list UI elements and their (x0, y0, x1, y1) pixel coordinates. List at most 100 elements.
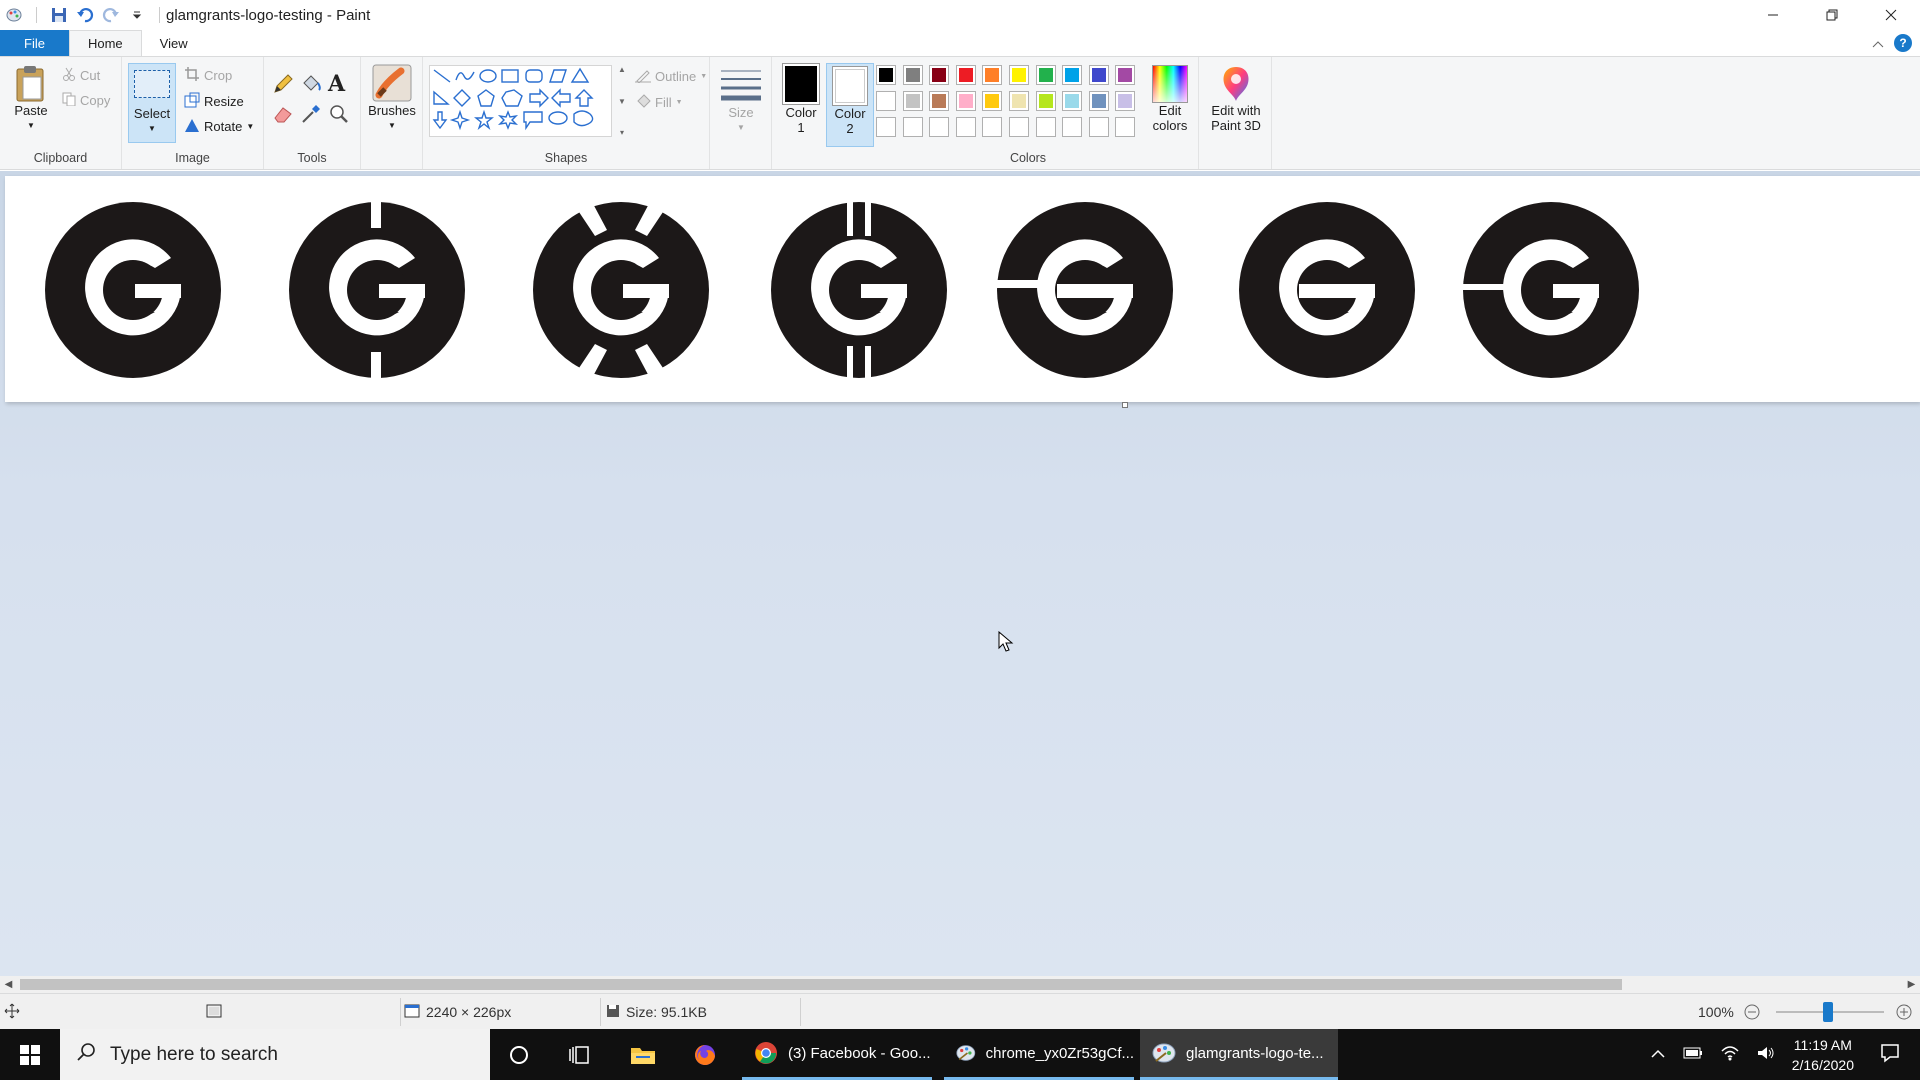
clock-time: 11:19 AM (1793, 1036, 1852, 1053)
battery-icon[interactable] (1683, 1047, 1703, 1062)
palette-swatch[interactable] (1062, 91, 1083, 111)
volume-icon[interactable] (1757, 1045, 1775, 1064)
scrollbar-thumb[interactable] (20, 979, 1622, 990)
help-icon[interactable]: ? (1894, 34, 1912, 52)
scroll-up-icon[interactable]: ▲ (618, 65, 626, 74)
drawing-canvas[interactable] (5, 176, 1920, 402)
palette-empty-swatch[interactable] (1115, 117, 1136, 137)
system-tray: 11:19 AM 2/16/2020 (1642, 1029, 1920, 1080)
action-center-icon[interactable] (1880, 1043, 1900, 1066)
color2-button[interactable]: Color 2 (826, 63, 874, 147)
palette-swatch[interactable] (1115, 65, 1136, 85)
undo-icon[interactable] (75, 5, 95, 25)
horizontal-scrollbar[interactable]: ◀ ▶ (0, 976, 1920, 993)
palette-empty-swatch[interactable] (929, 117, 950, 137)
tab-view[interactable]: View (142, 30, 206, 56)
palette-swatch[interactable] (1088, 65, 1109, 85)
fill-bucket-icon[interactable] (300, 73, 322, 98)
taskbar-clock[interactable]: 11:19 AM 2/16/2020 (1792, 1035, 1854, 1075)
fill-button[interactable]: Fill ▼ (635, 93, 683, 112)
rotate-button[interactable]: Rotate ▼ (184, 117, 254, 136)
scroll-down-icon[interactable]: ▼ (618, 97, 626, 106)
palette-swatch[interactable] (1088, 91, 1109, 111)
palette-empty-swatch[interactable] (1009, 117, 1029, 137)
palette-swatch[interactable] (1115, 91, 1136, 111)
select-button[interactable]: Select ▼ (128, 63, 176, 143)
scroll-left-icon[interactable]: ◀ (0, 976, 17, 993)
color1-button[interactable]: Color 1 (778, 63, 824, 135)
wifi-icon[interactable] (1721, 1045, 1739, 1064)
paste-button[interactable]: Paste ▼ (10, 65, 52, 133)
copy-button[interactable]: Copy (62, 92, 110, 109)
palette-empty-swatch[interactable] (1035, 117, 1056, 137)
line-width-icon (721, 70, 761, 101)
scroll-right-icon[interactable]: ▶ (1903, 976, 1920, 993)
palette-swatch[interactable] (982, 91, 1003, 111)
taskbar-app-paint-chrome[interactable]: chrome_yx0Zr53gCf... (944, 1029, 1134, 1080)
firefox-button[interactable] (676, 1029, 734, 1080)
palette-swatch[interactable] (1035, 65, 1056, 85)
shapes-gallery-scroll[interactable]: ▲ ▼ ▾ (615, 65, 629, 137)
palette-swatch[interactable] (955, 65, 976, 85)
crop-button[interactable]: Crop (184, 66, 232, 85)
tab-home[interactable]: Home (68, 30, 142, 56)
palette-empty-swatch[interactable] (902, 117, 923, 137)
palette-empty-swatch[interactable] (955, 117, 976, 137)
palette-swatch[interactable] (929, 91, 950, 111)
minimize-button[interactable] (1743, 0, 1802, 30)
palette-swatch[interactable] (1062, 65, 1083, 85)
image-group-label: Image (175, 151, 210, 165)
palette-swatch[interactable] (955, 91, 976, 111)
cut-button[interactable]: Cut (62, 67, 100, 84)
palette-swatch[interactable] (902, 91, 923, 111)
start-button[interactable] (0, 1029, 60, 1080)
brushes-button[interactable]: Brushes ▼ (367, 63, 417, 133)
palette-empty-swatch[interactable] (876, 117, 896, 137)
pencil-icon[interactable] (272, 73, 294, 98)
palette-swatch[interactable] (876, 91, 896, 111)
canvas-workspace[interactable] (0, 171, 1920, 976)
zoom-in-icon[interactable] (1896, 1004, 1912, 1023)
eraser-icon[interactable] (272, 103, 294, 128)
palette-swatch[interactable] (902, 65, 923, 85)
copy-label: Copy (80, 93, 111, 108)
show-hidden-icons-chevron-icon[interactable] (1651, 1047, 1665, 1062)
palette-empty-swatch[interactable] (1088, 117, 1109, 137)
outline-button[interactable]: Outline ▼ (635, 67, 707, 86)
taskbar-search-box[interactable]: Type here to search (60, 1029, 490, 1080)
redo-icon[interactable] (101, 5, 121, 25)
edit-with-paint3d-button[interactable]: Edit with Paint 3D (1203, 65, 1269, 133)
color-picker-icon[interactable] (300, 103, 322, 128)
text-tool-icon[interactable]: A (328, 71, 345, 97)
paint3d-group: Edit with Paint 3D (1198, 57, 1272, 169)
taskbar-app-chrome-facebook[interactable]: (3) Facebook - Goo... (742, 1029, 932, 1080)
palette-swatch[interactable] (929, 65, 950, 85)
customize-toolbar-chevron-icon[interactable] (127, 5, 147, 25)
palette-swatch[interactable] (1035, 91, 1056, 111)
palette-swatch[interactable] (1009, 91, 1029, 111)
palette-empty-swatch[interactable] (982, 117, 1003, 137)
restore-button[interactable] (1802, 0, 1861, 30)
expand-gallery-icon[interactable]: ▾ (620, 128, 624, 137)
task-view-button[interactable] (550, 1029, 608, 1080)
shapes-gallery[interactable] (429, 65, 612, 137)
canvas-resize-handle[interactable] (1122, 402, 1128, 408)
edit-colors-label: Edit (1158, 103, 1182, 118)
zoom-slider-thumb[interactable] (1823, 1002, 1833, 1022)
magnifier-icon[interactable] (328, 103, 350, 128)
close-button[interactable] (1861, 0, 1920, 30)
taskbar-app-paint-glamgrants[interactable]: glamgrants-logo-te... (1140, 1029, 1338, 1080)
collapse-ribbon-icon[interactable] (1872, 36, 1884, 51)
resize-button[interactable]: Resize (184, 92, 244, 111)
edit-colors-button[interactable]: Edit colors (1148, 65, 1192, 133)
palette-swatch[interactable] (1009, 65, 1029, 85)
palette-empty-swatch[interactable] (1062, 117, 1083, 137)
size-button[interactable]: Size ▼ (716, 65, 766, 135)
zoom-out-icon[interactable] (1744, 1004, 1760, 1023)
cortana-button[interactable] (490, 1029, 548, 1080)
file-explorer-button[interactable] (614, 1029, 672, 1080)
palette-swatch[interactable] (876, 65, 896, 85)
save-icon[interactable] (49, 5, 69, 25)
tab-file[interactable]: File (0, 30, 69, 56)
palette-swatch[interactable] (982, 65, 1003, 85)
